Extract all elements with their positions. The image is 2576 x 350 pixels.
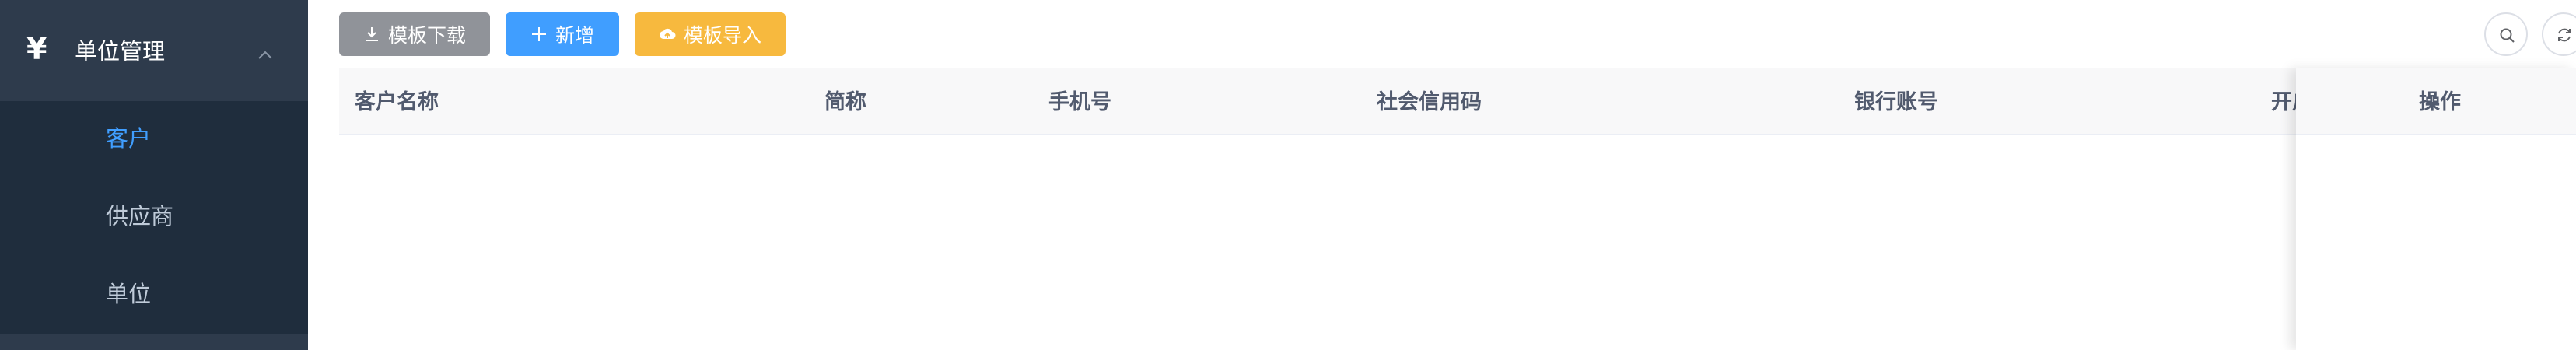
chevron-up-icon bbox=[258, 51, 272, 59]
download-icon bbox=[365, 27, 378, 41]
column-header-phone[interactable]: 手机号 bbox=[1048, 92, 1111, 113]
search-toggle-button[interactable] bbox=[2484, 12, 2528, 56]
menu-group-unit-management[interactable]: ¥ 单位管理 bbox=[0, 0, 308, 101]
table-header: 客户名称 简称 手机号 社会信用码 银行账号 开户 bbox=[339, 68, 2576, 135]
fixed-action-column: 操作 bbox=[2296, 68, 2576, 350]
template-import-button[interactable]: 模板导入 bbox=[635, 12, 786, 56]
template-download-label: 模板下载 bbox=[387, 24, 466, 47]
sidebar-item-label: 客户 bbox=[106, 125, 152, 152]
template-import-label: 模板导入 bbox=[683, 24, 761, 47]
refresh-icon bbox=[2558, 28, 2571, 42]
submenu: 客户 供应商 单位 bbox=[0, 101, 308, 334]
menu-group-label: 单位管理 bbox=[75, 38, 166, 65]
sidebar-next-group[interactable] bbox=[0, 334, 308, 350]
sidebar-item-customer[interactable]: 客户 bbox=[0, 101, 308, 179]
column-header-credit-code[interactable]: 社会信用码 bbox=[1377, 92, 1482, 113]
column-header-short-name[interactable]: 简称 bbox=[824, 92, 866, 113]
sidebar-item-unit[interactable]: 单位 bbox=[0, 257, 308, 334]
sidebar: ¥ 单位管理 客户 供应商 单位 bbox=[0, 0, 308, 350]
sidebar-item-label: 供应商 bbox=[106, 203, 174, 229]
column-header-customer-name[interactable]: 客户名称 bbox=[355, 92, 439, 113]
add-label: 新增 bbox=[555, 24, 594, 47]
add-button[interactable]: 新增 bbox=[506, 12, 619, 56]
search-icon bbox=[2500, 28, 2515, 43]
yen-icon: ¥ bbox=[26, 32, 47, 66]
plus-icon bbox=[531, 27, 546, 41]
refresh-button[interactable] bbox=[2542, 12, 2576, 56]
column-header-actions: 操作 bbox=[2419, 90, 2461, 114]
cloud-upload-icon bbox=[659, 28, 676, 39]
sidebar-item-supplier[interactable]: 供应商 bbox=[0, 179, 308, 257]
sidebar-item-label: 单位 bbox=[106, 281, 152, 307]
column-header-bank-account[interactable]: 银行账号 bbox=[1854, 92, 1938, 113]
action-column-header-cell: 操作 bbox=[2296, 68, 2576, 135]
template-download-button[interactable]: 模板下载 bbox=[339, 12, 490, 56]
